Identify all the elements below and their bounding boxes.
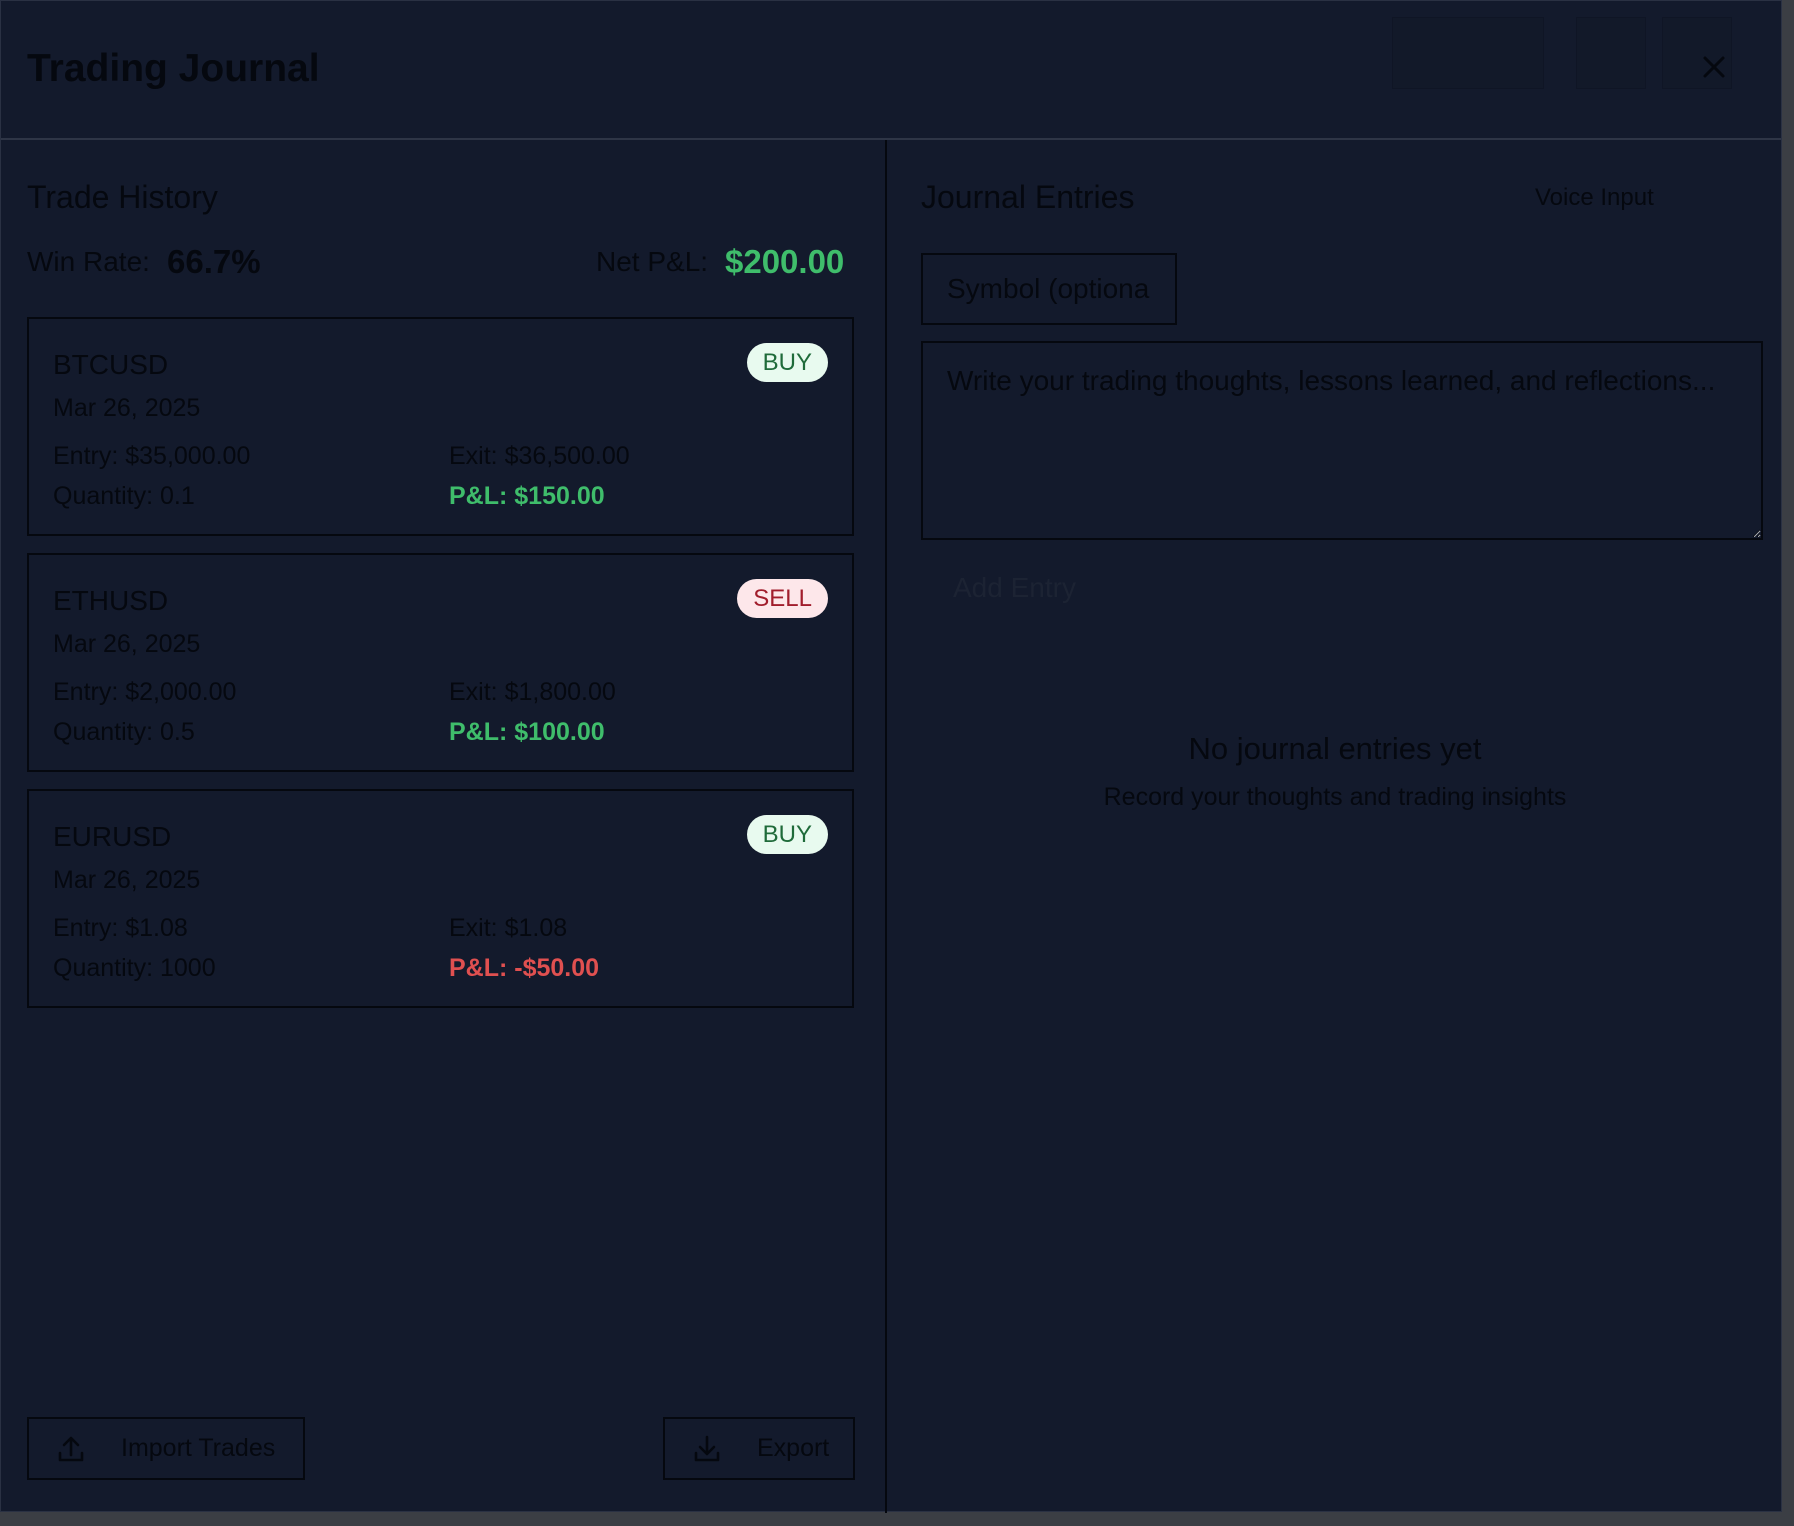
win-rate-value: 66.7% xyxy=(167,243,261,280)
trade-quantity: Quantity: 0.1 xyxy=(53,482,195,510)
empty-state-subtitle: Record your thoughts and trading insight… xyxy=(1103,783,1567,811)
trade-date: Mar 26, 2025 xyxy=(53,630,201,658)
add-entry-button[interactable]: Add Entry xyxy=(921,558,1108,618)
net-pnl-label: Net P&L: xyxy=(596,246,709,277)
import-trades-button[interactable]: Import Trades xyxy=(27,1417,305,1480)
import-trades-label: Import Trades xyxy=(121,1434,276,1462)
trade-pnl: P&L: $150.00 xyxy=(449,482,605,510)
journal-entries-title: Journal Entries xyxy=(921,179,1135,215)
trade-card[interactable]: EURUSD BUY Mar 26, 2025 Entry: $1.08 Exi… xyxy=(27,789,854,1008)
trade-entry-price: Entry: $2,000.00 xyxy=(53,678,237,706)
empty-state-title: No journal entries yet xyxy=(1188,731,1482,766)
trade-side-badge: SELL xyxy=(737,579,828,618)
win-rate-label: Win Rate: xyxy=(27,246,150,277)
trade-quantity: Quantity: 1000 xyxy=(53,954,216,982)
page-title: Trading Journal xyxy=(27,47,320,90)
trade-quantity: Quantity: 0.5 xyxy=(53,718,195,746)
trade-card[interactable]: BTCUSD BUY Mar 26, 2025 Entry: $35,000.0… xyxy=(27,317,854,536)
export-button[interactable]: Export xyxy=(663,1417,855,1480)
dialog-header: Trading Journal xyxy=(1,1,1781,140)
trade-symbol: BTCUSD xyxy=(53,349,169,380)
download-icon xyxy=(694,1435,720,1461)
trade-history-title: Trade History xyxy=(27,179,218,215)
net-pnl-value: $200.00 xyxy=(725,243,845,280)
journal-text-area[interactable] xyxy=(921,341,1763,540)
trade-pnl: P&L: -$50.00 xyxy=(449,954,600,982)
trade-exit-price: Exit: $36,500.00 xyxy=(449,442,630,470)
trade-symbol: ETHUSD xyxy=(53,585,169,616)
export-label: Export xyxy=(757,1434,830,1462)
trade-exit-price: Exit: $1.08 xyxy=(449,914,568,942)
trade-entry-price: Entry: $35,000.00 xyxy=(53,442,251,470)
close-button[interactable] xyxy=(1696,49,1732,85)
trade-entry-price: Entry: $1.08 xyxy=(53,914,188,942)
trading-journal-window: Trading Journal Trade History Win Rate: … xyxy=(0,0,1783,1513)
journal-panel: Journal Entries Voice Input Add Entry No… xyxy=(887,140,1783,1513)
trade-card[interactable]: ETHUSD SELL Mar 26, 2025 Entry: $2,000.0… xyxy=(27,553,854,772)
trade-history-panel: Trade History Win Rate: 66.7% Net P&L: $… xyxy=(1,140,887,1513)
voice-input-button[interactable]: Voice Input xyxy=(1535,184,1654,212)
trade-symbol: EURUSD xyxy=(53,821,172,852)
trade-date: Mar 26, 2025 xyxy=(53,394,201,422)
symbol-input[interactable] xyxy=(921,253,1177,325)
upload-icon xyxy=(58,1436,84,1461)
trade-pnl: P&L: $100.00 xyxy=(449,718,605,746)
trade-side-badge: BUY xyxy=(746,343,828,382)
trade-date: Mar 26, 2025 xyxy=(53,866,201,894)
close-icon xyxy=(1703,56,1725,78)
trade-side-badge: BUY xyxy=(746,815,828,854)
trade-exit-price: Exit: $1,800.00 xyxy=(449,678,616,706)
